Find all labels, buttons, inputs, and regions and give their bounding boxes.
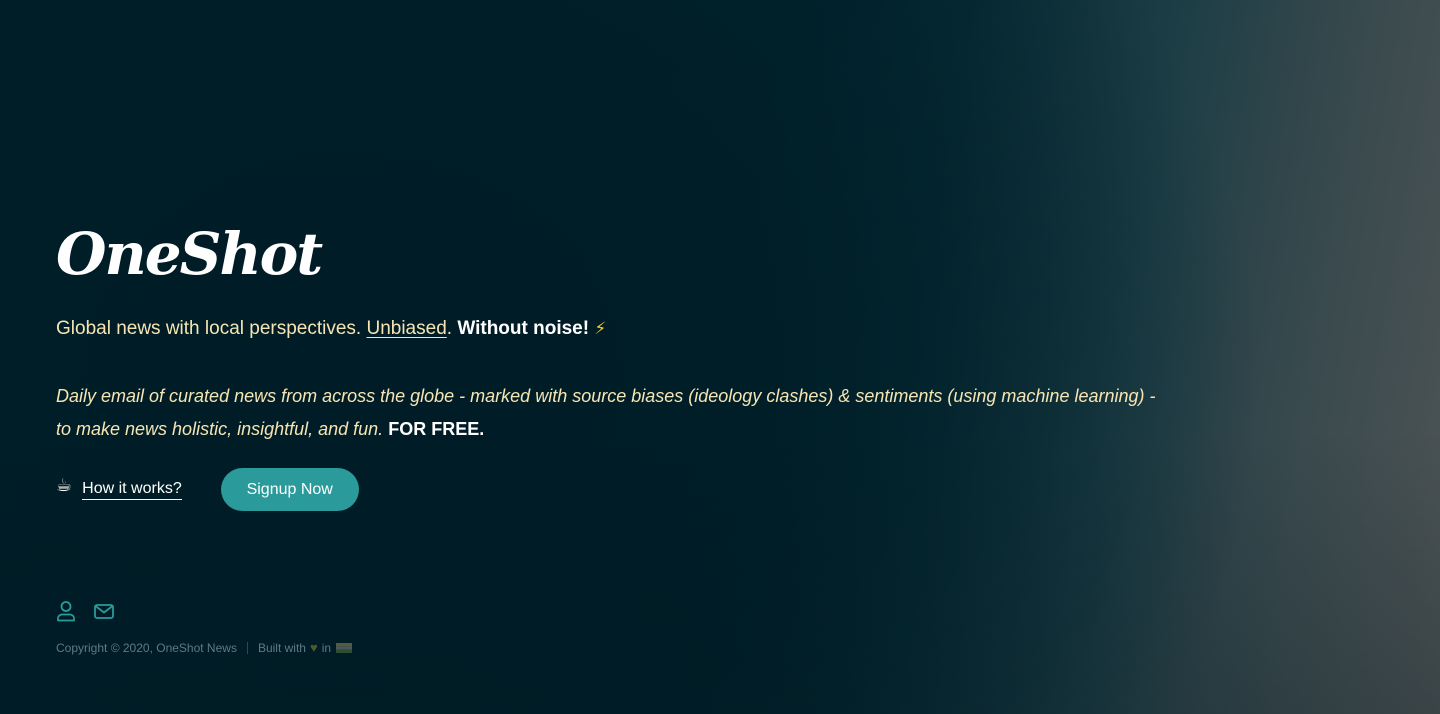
description-free: FOR FREE. (388, 419, 485, 439)
tagline: Global news with local perspectives. Unb… (56, 316, 606, 342)
built-with-text: Built with (257, 640, 306, 655)
description: Daily email of curated news from across … (56, 380, 1166, 446)
india-flag-icon (336, 642, 353, 653)
hero-actions: ☕ How it works? Signup Now (56, 468, 359, 511)
tagline-strong: Without noise! (457, 318, 590, 339)
heart-icon: ♥ (309, 640, 318, 655)
signup-button[interactable]: Signup Now (220, 468, 359, 511)
unbiased-link[interactable]: Unbiased (366, 318, 446, 339)
tagline-period: . (446, 318, 458, 339)
how-it-works-link[interactable]: ☕ How it works? (56, 475, 182, 500)
user-icon[interactable] (56, 600, 76, 622)
footer-divider (246, 641, 248, 654)
footer: Copyright © 2020, OneShot News Built wit… (56, 640, 353, 655)
lightning-icon: ⚡ (594, 319, 607, 338)
tagline-lead: Global news with local perspectives. (56, 318, 367, 339)
coffee-icon: ☕ (56, 475, 73, 495)
in-text: in (321, 640, 332, 655)
description-text: Daily email of curated news from across … (56, 386, 1156, 439)
mail-icon[interactable] (93, 600, 114, 622)
hero-background (0, 0, 1440, 714)
social-links (56, 600, 130, 622)
copyright-text: Copyright © 2020, OneShot News (56, 640, 237, 655)
how-it-works-label: How it works? (82, 480, 182, 500)
logo-wordmark[interactable]: OneShot (56, 214, 323, 294)
